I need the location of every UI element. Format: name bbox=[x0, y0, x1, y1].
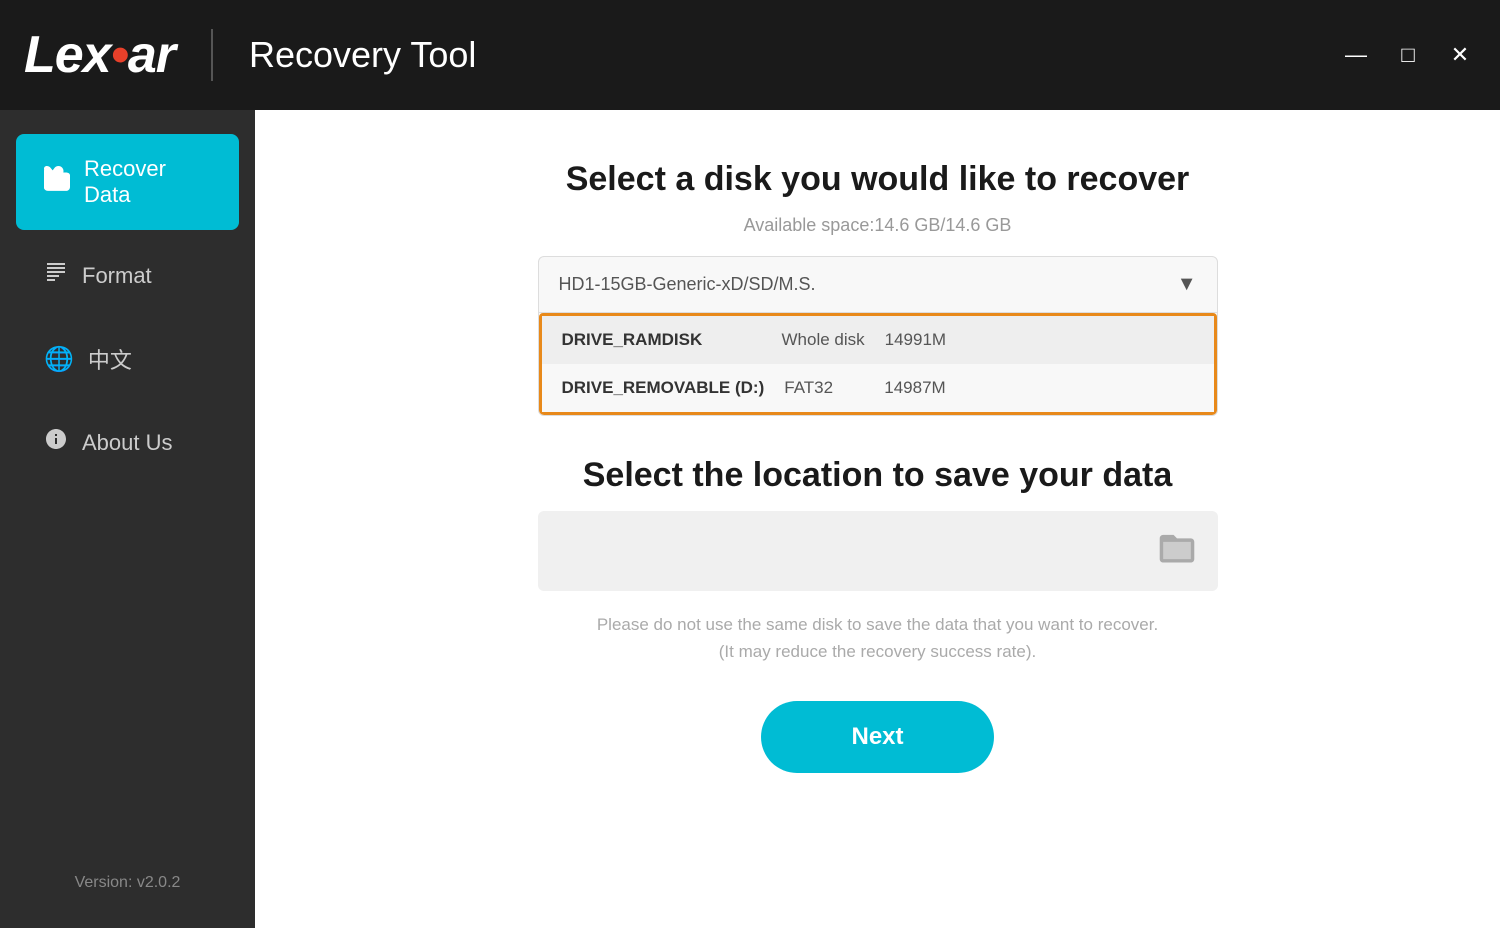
sidebar-item-format[interactable]: Format bbox=[16, 238, 239, 313]
maximize-button[interactable]: □ bbox=[1392, 39, 1424, 71]
logo-divider bbox=[211, 29, 213, 81]
warning-line-2: (It may reduce the recovery success rate… bbox=[719, 642, 1036, 661]
disk-row[interactable]: DRIVE_RAMDISK Whole disk 14991M bbox=[542, 316, 1214, 364]
title-bar: Lex • ar Recovery Tool — □ ✕ bbox=[0, 0, 1500, 110]
disk-row-type-0: Whole disk bbox=[782, 330, 865, 350]
lexar-logo: Lex • ar bbox=[24, 25, 175, 85]
disk-row-name-1: DRIVE_REMOVABLE (D:) bbox=[562, 378, 765, 398]
logo-text-left: Lex bbox=[24, 25, 111, 85]
folder-icon[interactable] bbox=[1156, 528, 1198, 575]
sidebar: Recover Data Format 🌐 中文 About Us Versio bbox=[0, 110, 255, 928]
language-icon: 🌐 bbox=[44, 345, 74, 374]
location-box[interactable] bbox=[538, 511, 1218, 591]
recover-data-label: Recover Data bbox=[84, 156, 211, 208]
version-text: Version: v2.0.2 bbox=[0, 858, 255, 908]
sidebar-spacer bbox=[0, 484, 255, 858]
disk-dropdown-text: HD1-15GB-Generic-xD/SD/M.S. bbox=[559, 274, 816, 295]
main-layout: Recover Data Format 🌐 中文 About Us Versio bbox=[0, 110, 1500, 928]
language-label: 中文 bbox=[88, 343, 132, 375]
format-icon bbox=[44, 260, 68, 291]
warning-text: Please do not use the same disk to save … bbox=[597, 611, 1158, 665]
app-title: Recovery Tool bbox=[249, 34, 476, 76]
location-section-title: Select the location to save your data bbox=[583, 456, 1173, 495]
content-area: Select a disk you would like to recover … bbox=[255, 110, 1500, 928]
disk-row-size-0: 14991M bbox=[885, 330, 946, 350]
minimize-button[interactable]: — bbox=[1340, 39, 1372, 71]
about-us-label: About Us bbox=[82, 430, 173, 456]
disk-dropdown[interactable]: HD1-15GB-Generic-xD/SD/M.S. ▼ bbox=[539, 257, 1217, 313]
sidebar-item-about-us[interactable]: About Us bbox=[16, 405, 239, 480]
disk-row-type-1: FAT32 bbox=[784, 378, 864, 398]
disk-section-title: Select a disk you would like to recover bbox=[566, 160, 1190, 199]
logo-text-right: ar bbox=[128, 25, 175, 85]
close-button[interactable]: ✕ bbox=[1444, 39, 1476, 71]
format-label: Format bbox=[82, 263, 152, 289]
logo-dot: • bbox=[111, 25, 128, 85]
disk-row-size-1: 14987M bbox=[884, 378, 945, 398]
disk-panel: HD1-15GB-Generic-xD/SD/M.S. ▼ DRIVE_RAMD… bbox=[538, 256, 1218, 416]
about-us-icon bbox=[44, 427, 68, 458]
dropdown-arrow-icon: ▼ bbox=[1177, 273, 1197, 296]
disk-row[interactable]: DRIVE_REMOVABLE (D:) FAT32 14987M bbox=[542, 364, 1214, 412]
logo-area: Lex • ar Recovery Tool bbox=[24, 25, 476, 85]
window-controls: — □ ✕ bbox=[1340, 39, 1476, 71]
available-space-text: Available space:14.6 GB/14.6 GB bbox=[744, 215, 1012, 236]
disk-list: DRIVE_RAMDISK Whole disk 14991M DRIVE_RE… bbox=[539, 313, 1217, 415]
location-section: Select the location to save your data Pl… bbox=[435, 456, 1320, 773]
recover-data-icon bbox=[44, 166, 70, 199]
disk-row-name-0: DRIVE_RAMDISK bbox=[562, 330, 762, 350]
sidebar-item-recover-data[interactable]: Recover Data bbox=[16, 134, 239, 230]
sidebar-item-language[interactable]: 🌐 中文 bbox=[16, 321, 239, 397]
next-button[interactable]: Next bbox=[761, 701, 993, 773]
warning-line-1: Please do not use the same disk to save … bbox=[597, 615, 1158, 634]
